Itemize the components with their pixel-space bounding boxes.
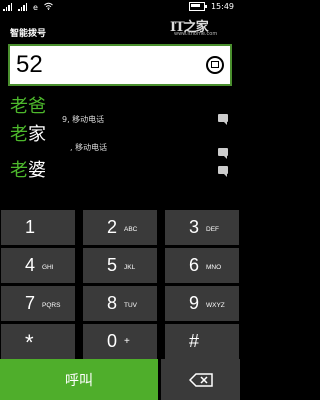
key-letters: MNO bbox=[206, 264, 222, 271]
field-action-icon[interactable] bbox=[206, 56, 224, 74]
key-7[interactable]: 7 PQRS bbox=[1, 286, 75, 321]
key-8[interactable]: 8 TUV bbox=[83, 286, 157, 321]
key-2[interactable]: 2 ABC bbox=[83, 210, 157, 245]
key-5[interactable]: 5 JKL bbox=[83, 248, 157, 283]
watermark: IT之家 www.ithome.com bbox=[170, 16, 240, 38]
key-digit: 8 bbox=[107, 293, 118, 313]
suggestion-name-match: 老 bbox=[10, 124, 28, 145]
suggestion-name-match: 老 bbox=[10, 160, 28, 181]
clock: 15:49 bbox=[210, 2, 234, 11]
key-star[interactable]: * bbox=[1, 324, 75, 359]
delete-button[interactable] bbox=[161, 359, 240, 400]
suggestion-name: 老爸 bbox=[10, 92, 46, 118]
key-6[interactable]: 6 MNO bbox=[165, 248, 239, 283]
call-button-label: 呼叫 bbox=[65, 373, 93, 389]
battery-icon bbox=[188, 2, 207, 11]
key-digit: 6 bbox=[189, 255, 200, 275]
key-9[interactable]: 9 WXYZ bbox=[165, 286, 239, 321]
key-letters: WXYZ bbox=[206, 302, 225, 309]
suggestion-subtitle: , 移动电话 bbox=[70, 143, 108, 152]
key-digit: * bbox=[25, 330, 34, 355]
key-digit: # bbox=[189, 331, 200, 351]
key-letters: ABC bbox=[124, 226, 138, 233]
key-3[interactable]: 3 DEF bbox=[165, 210, 239, 245]
key-digit: 2 bbox=[107, 217, 118, 237]
suggestion-name-match: 老爸 bbox=[10, 96, 46, 117]
key-digit: 5 bbox=[107, 255, 118, 275]
call-button[interactable]: 呼叫 bbox=[0, 359, 158, 400]
key-digit: 1 bbox=[25, 217, 36, 237]
suggestion-name-rest: 家 bbox=[28, 124, 46, 145]
suggestion-name-rest: 婆 bbox=[28, 160, 46, 181]
suggestion-name: 老婆 bbox=[10, 156, 46, 182]
message-icon[interactable] bbox=[218, 166, 228, 177]
wifi-icon bbox=[44, 2, 53, 12]
backspace-icon bbox=[188, 372, 213, 387]
app-title: 智能拨号 bbox=[10, 29, 47, 39]
data-connection-icon: e bbox=[33, 2, 38, 12]
key-digit: 3 bbox=[189, 217, 200, 237]
key-letters: + bbox=[124, 336, 130, 347]
key-letters: DEF bbox=[206, 226, 219, 233]
key-0[interactable]: 0 + bbox=[83, 324, 157, 359]
suggestion-item[interactable]: 老爸 9, 移动电话 bbox=[0, 92, 240, 125]
watermark-url: www.ithome.com bbox=[174, 31, 218, 37]
suggestion-name: 老家 bbox=[10, 120, 46, 146]
key-digit: 9 bbox=[189, 293, 200, 313]
key-4[interactable]: 4 GHI bbox=[1, 248, 75, 283]
message-icon[interactable] bbox=[218, 148, 228, 159]
signal-strength-icon-2 bbox=[18, 3, 27, 11]
suggestion-item[interactable]: 老家 , 移动电话 bbox=[0, 120, 240, 159]
key-digit: 7 bbox=[25, 293, 36, 313]
signal-strength-icon bbox=[3, 3, 12, 11]
dial-number-value: 52 bbox=[16, 51, 43, 78]
key-digit: 4 bbox=[25, 255, 36, 275]
key-letters: JKL bbox=[124, 264, 136, 271]
status-bar: e 15:49 bbox=[0, 0, 240, 16]
dial-number-field[interactable]: 52 bbox=[8, 44, 232, 86]
key-letters: TUV bbox=[124, 302, 137, 309]
key-hash[interactable]: # bbox=[165, 324, 239, 359]
key-1[interactable]: 1 bbox=[1, 210, 75, 245]
key-letters: GHI bbox=[42, 264, 54, 271]
key-letters: PQRS bbox=[42, 302, 61, 309]
key-digit: 0 bbox=[107, 331, 118, 351]
suggestion-item[interactable]: 老婆 bbox=[0, 156, 240, 186]
